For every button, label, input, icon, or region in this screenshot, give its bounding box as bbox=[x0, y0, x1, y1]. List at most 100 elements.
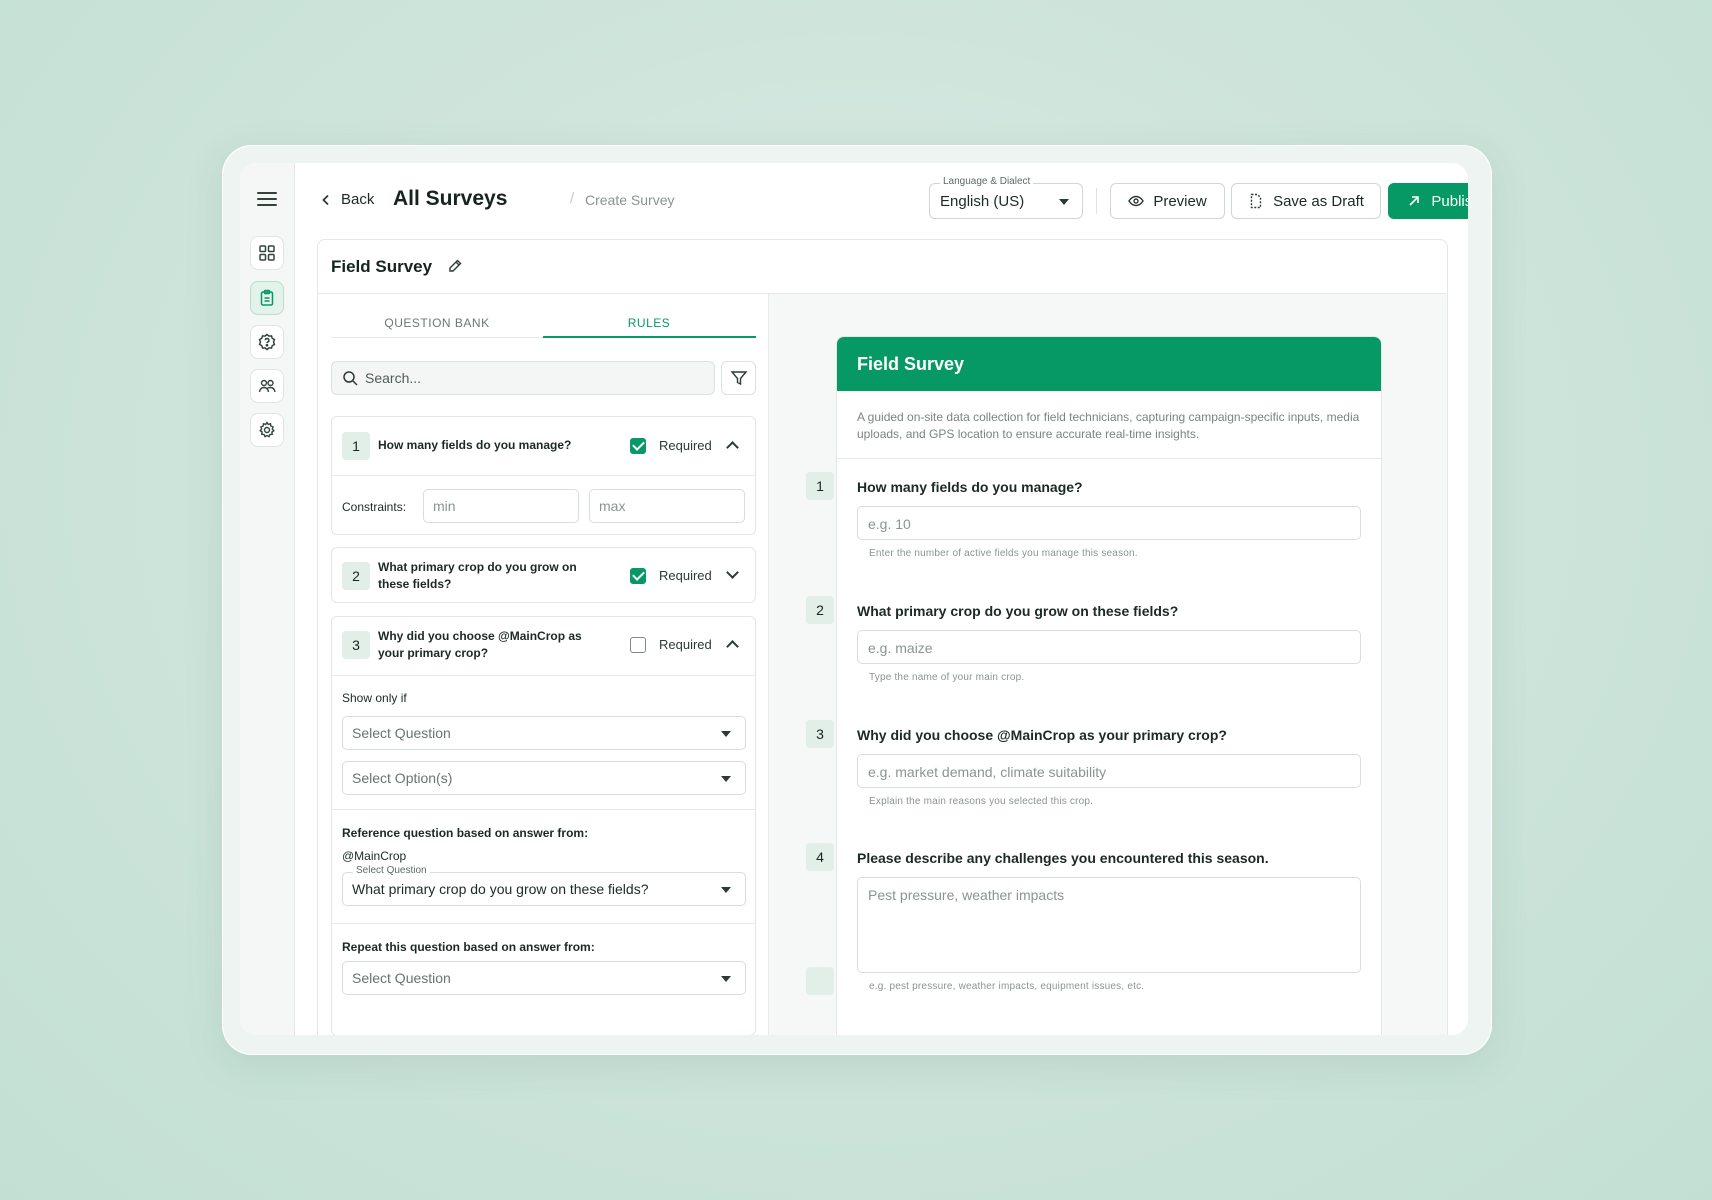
collapse-icon[interactable] bbox=[726, 441, 739, 454]
repeat-question-select[interactable]: Select Question bbox=[342, 961, 746, 995]
preview-answer-textarea[interactable]: Pest pressure, weather impacts bbox=[857, 877, 1361, 973]
rule-question-2: 2 What primary crop do you grow on these… bbox=[331, 547, 756, 603]
back-label: Back bbox=[341, 191, 375, 208]
required-checkbox[interactable] bbox=[630, 568, 646, 584]
search-icon bbox=[343, 371, 358, 386]
rule-question-header[interactable]: 3 Why did you choose @MainCrop as your p… bbox=[332, 617, 755, 675]
nav-rail bbox=[240, 163, 295, 1035]
reference-tag: @MainCrop bbox=[342, 849, 407, 863]
draft-label: Save as Draft bbox=[1273, 192, 1364, 210]
publish-label: Publish bbox=[1431, 192, 1468, 210]
survey-preview-form: Field Survey A guided on-site data colle… bbox=[836, 336, 1382, 1035]
preview-answer-input[interactable]: e.g. maize bbox=[857, 630, 1361, 664]
language-legend: Language & Dialect bbox=[940, 176, 1034, 187]
preview-question-text: Why did you choose @MainCrop as your pri… bbox=[857, 727, 1227, 743]
expand-icon[interactable] bbox=[726, 566, 739, 579]
device-frame: Back All Surveys / Create Survey Languag… bbox=[222, 145, 1492, 1055]
required-label: Required bbox=[659, 568, 712, 583]
gear-icon bbox=[259, 421, 275, 438]
language-value: English (US) bbox=[940, 193, 1025, 210]
preview-answer-input[interactable]: e.g. market demand, climate suitability bbox=[857, 754, 1361, 788]
publish-button[interactable]: Publish bbox=[1388, 183, 1468, 219]
nav-surveys[interactable] bbox=[250, 281, 284, 315]
arrow-up-right-icon bbox=[1409, 196, 1420, 206]
breadcrumb-separator: / bbox=[570, 190, 575, 207]
preview-question-4: Please describe any challenges you encou… bbox=[857, 850, 1361, 992]
menu-icon[interactable] bbox=[257, 192, 277, 208]
page-title: All Surveys bbox=[393, 187, 508, 210]
preview-help-text: Type the name of your main crop. bbox=[869, 672, 1025, 683]
tab-question-bank[interactable]: QUESTION BANK bbox=[331, 316, 543, 330]
required-checkbox[interactable] bbox=[630, 438, 646, 454]
condition-options-placeholder: Select Option(s) bbox=[352, 770, 453, 786]
preview-number-badge: 3 bbox=[806, 720, 834, 748]
condition-options-select[interactable]: Select Option(s) bbox=[342, 761, 746, 795]
caret-down-icon bbox=[721, 976, 731, 982]
preview-answer-input[interactable]: e.g. 10 bbox=[857, 506, 1361, 540]
preview-question-text: How many fields do you manage? bbox=[857, 479, 1083, 495]
search-input[interactable] bbox=[365, 368, 695, 388]
preview-label: Preview bbox=[1153, 192, 1207, 210]
filter-button[interactable] bbox=[721, 361, 756, 395]
builder-panel: QUESTION BANK RULES 1 How many fields do… bbox=[318, 294, 769, 1035]
caret-down-icon bbox=[721, 776, 731, 782]
preview-number-badge: 4 bbox=[806, 843, 834, 871]
back-button[interactable]: Back bbox=[321, 191, 374, 208]
language-select[interactable]: Language & Dialect English (US) bbox=[929, 176, 1083, 219]
dashboard-icon bbox=[259, 245, 275, 261]
show-only-if-label: Show only if bbox=[342, 691, 407, 705]
preview-question-3: Why did you choose @MainCrop as your pri… bbox=[857, 727, 1361, 807]
reference-question-select[interactable]: Select Question What primary crop do you… bbox=[342, 865, 746, 906]
breadcrumb: Create Survey bbox=[585, 192, 675, 208]
preview-button[interactable]: Preview bbox=[1110, 183, 1225, 219]
nav-users[interactable] bbox=[250, 369, 284, 403]
toolbar-divider bbox=[1096, 188, 1097, 214]
required-checkbox[interactable] bbox=[630, 637, 646, 653]
question-text: What primary crop do you grow on these f… bbox=[378, 560, 577, 591]
collapse-icon[interactable] bbox=[726, 640, 739, 653]
rule-question-header[interactable]: 2 What primary crop do you grow on these… bbox=[332, 548, 755, 602]
clipboard-icon bbox=[260, 289, 274, 306]
preview-number-badge: 1 bbox=[806, 472, 834, 500]
rule-question-header[interactable]: 1 How many fields do you manage? Require… bbox=[332, 417, 755, 475]
nav-settings[interactable] bbox=[250, 413, 284, 447]
show-only-if-section: Show only if Select Question Select Opti… bbox=[332, 675, 755, 809]
repeat-section: Repeat this question based on answer fro… bbox=[332, 923, 755, 1035]
preview-help-text: e.g. pest pressure, weather impacts, equ… bbox=[869, 981, 1145, 992]
preview-number-badge-partial bbox=[806, 967, 834, 995]
required-label: Required bbox=[659, 438, 712, 453]
survey-title: Field Survey bbox=[331, 257, 433, 276]
preview-help-text: Enter the number of active fields you ma… bbox=[869, 548, 1138, 559]
required-label: Required bbox=[659, 637, 712, 652]
builder-tabs: QUESTION BANK RULES bbox=[331, 310, 756, 338]
draft-icon bbox=[1250, 193, 1262, 209]
reference-select-value: What primary crop do you grow on these f… bbox=[352, 881, 649, 897]
min-input[interactable]: min bbox=[423, 489, 579, 523]
preview-question-2: What primary crop do you grow on these f… bbox=[857, 603, 1361, 683]
preview-description: A guided on-site data collection for fie… bbox=[837, 391, 1381, 459]
caret-down-icon bbox=[721, 887, 731, 893]
condition-question-placeholder: Select Question bbox=[352, 725, 451, 741]
question-number-badge: 1 bbox=[342, 432, 370, 460]
preview-title: Field Survey bbox=[837, 337, 1381, 391]
app-screen: Back All Surveys / Create Survey Languag… bbox=[240, 163, 1468, 1035]
repeat-label: Repeat this question based on answer fro… bbox=[342, 940, 595, 954]
filter-icon bbox=[729, 371, 748, 386]
preview-question-1: How many fields do you manage? e.g. 10 E… bbox=[857, 479, 1361, 559]
question-text: Why did you choose @MainCrop as your pri… bbox=[378, 629, 582, 660]
survey-header: Field Survey bbox=[318, 240, 1447, 294]
max-input[interactable]: max bbox=[589, 489, 745, 523]
tab-rules[interactable]: RULES bbox=[543, 316, 755, 330]
reference-section: Reference question based on answer from:… bbox=[332, 809, 755, 923]
survey-editor-card: Field Survey QUESTION BANK RULES Search.… bbox=[317, 239, 1448, 1035]
nav-help[interactable] bbox=[250, 325, 284, 359]
nav-dashboard[interactable] bbox=[250, 236, 284, 270]
preview-number-badge: 2 bbox=[806, 596, 834, 624]
preview-question-text: Please describe any challenges you encou… bbox=[857, 850, 1269, 866]
save-draft-button[interactable]: Save as Draft bbox=[1231, 183, 1381, 219]
pencil-icon[interactable] bbox=[447, 258, 463, 274]
preview-panel: Field Survey A guided on-site data colle… bbox=[769, 294, 1447, 1035]
condition-question-select[interactable]: Select Question bbox=[342, 716, 746, 750]
caret-down-icon bbox=[721, 731, 731, 737]
active-tab-indicator bbox=[543, 336, 756, 338]
